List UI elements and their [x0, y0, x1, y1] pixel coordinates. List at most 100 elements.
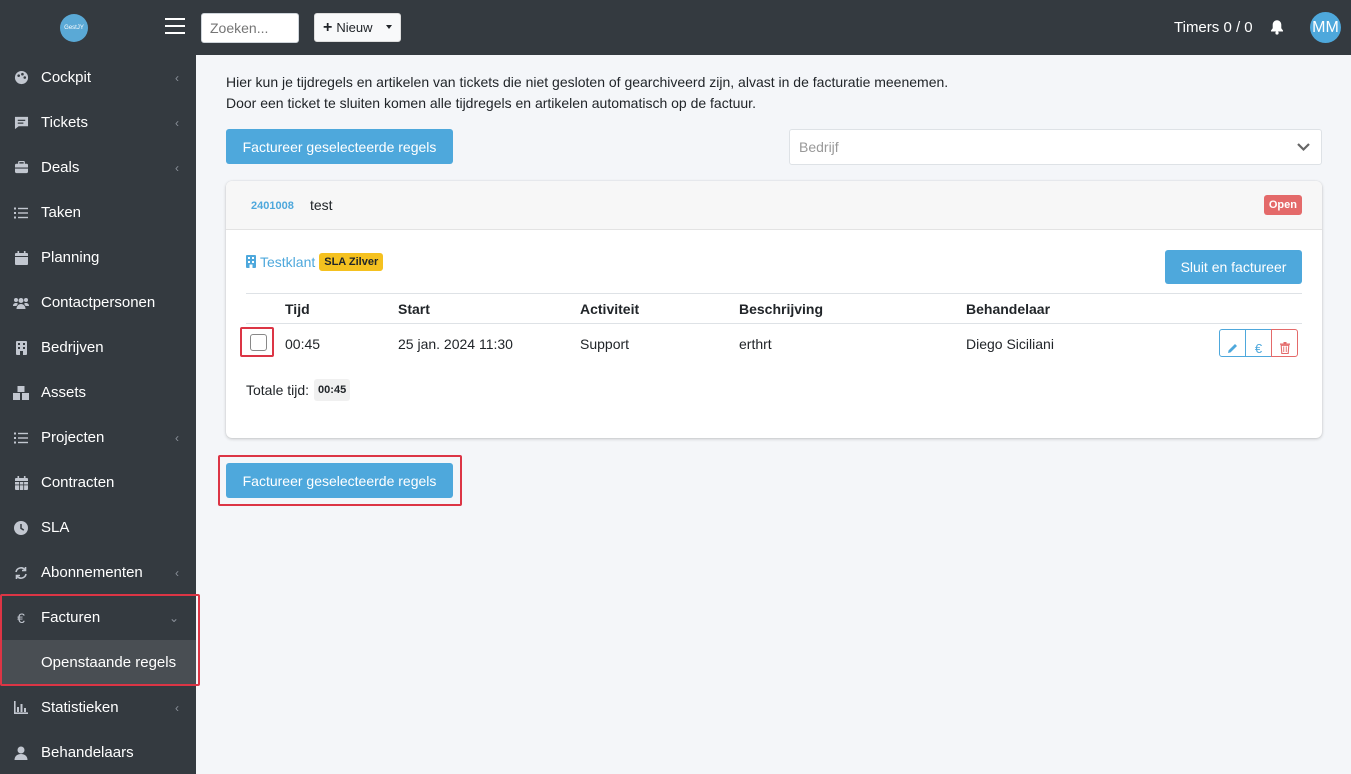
- caret-down-icon: [386, 25, 392, 29]
- building-icon: [246, 255, 256, 269]
- sidebar-item-cockpit[interactable]: Cockpit ‹: [0, 55, 196, 100]
- sla-badge: SLA Zilver: [319, 253, 384, 271]
- sidebar-item-label: Planning: [41, 249, 100, 266]
- message-icon: [13, 115, 29, 131]
- cell-tijd: 00:45: [285, 336, 321, 352]
- bell-icon[interactable]: [1270, 19, 1284, 35]
- total-time: Totale tijd: 00:45: [246, 379, 351, 401]
- cell-behandelaar: Diego Siciliani: [966, 336, 1054, 352]
- search-input[interactable]: [201, 13, 299, 43]
- ticket-card-header: 2401008 test Open: [226, 181, 1322, 230]
- building-icon: [13, 340, 29, 356]
- row-select-checkbox[interactable]: [250, 334, 267, 351]
- sidebar-item-contactpersonen[interactable]: Contactpersonen: [0, 280, 196, 325]
- sidebar-item-sla[interactable]: SLA: [0, 505, 196, 550]
- chevron-left-icon: ‹: [175, 565, 179, 580]
- users-icon: [13, 295, 29, 311]
- invoice-selected-button-top[interactable]: Factureer geselecteerde regels: [226, 129, 453, 164]
- sidebar-item-label: SLA: [41, 519, 70, 536]
- sidebar-item-facturen[interactable]: € Facturen ⌄: [0, 595, 196, 640]
- avatar[interactable]: MM: [1310, 12, 1341, 43]
- time-entries-table: Tijd Start Activiteit Beschrijving Behan…: [246, 293, 1302, 364]
- sidebar-item-label: Assets: [41, 384, 87, 401]
- sidebar-item-bedrijven[interactable]: Bedrijven: [0, 325, 196, 370]
- intro-line-1: Hier kun je tijdregels en artikelen van …: [226, 74, 949, 90]
- ticket-card: 2401008 test Open Testklant SLA Zilver S…: [226, 181, 1322, 438]
- chart-icon: [13, 700, 29, 716]
- client-info: Testklant SLA Zilver: [246, 253, 384, 271]
- sidebar-item-label: Bedrijven: [41, 339, 104, 356]
- table-header: Tijd Start Activiteit Beschrijving Behan…: [246, 293, 1302, 324]
- cell-beschrijving: erthrt: [739, 336, 772, 352]
- list-icon: [13, 430, 29, 446]
- cell-activiteit: Support: [580, 336, 630, 352]
- trash-icon: [1279, 341, 1290, 357]
- new-button-label: Nieuw: [336, 20, 373, 35]
- sidebar-item-taken[interactable]: Taken: [0, 190, 196, 235]
- column-header-beschrijving: Beschrijving: [739, 301, 824, 317]
- sidebar-item-contracten[interactable]: Contracten: [0, 460, 196, 505]
- pencil-icon: [1227, 341, 1238, 357]
- client-link[interactable]: Testklant: [260, 254, 315, 270]
- new-dropdown-button[interactable]: + Nieuw: [314, 13, 401, 42]
- delete-button[interactable]: [1271, 329, 1298, 357]
- topbar: + Nieuw Timers 0 / 0 MM: [165, 0, 1351, 55]
- sidebar-item-label: Deals: [41, 159, 80, 176]
- column-header-start: Start: [398, 301, 430, 317]
- edit-button[interactable]: [1219, 329, 1246, 357]
- sidebar-item-planning[interactable]: Planning: [0, 235, 196, 280]
- sidebar-item-label: Cockpit: [41, 69, 92, 86]
- cell-start: 25 jan. 2024 11:30: [398, 336, 513, 352]
- list-icon: [13, 205, 29, 221]
- sync-icon: [13, 565, 29, 581]
- intro-text: Hier kun je tijdregels en artikelen van …: [226, 72, 948, 114]
- chevron-left-icon: ‹: [175, 160, 179, 175]
- euro-icon: €: [1254, 341, 1263, 356]
- sidebar-item-label: Abonnementen: [41, 564, 143, 581]
- ticket-title: test: [310, 197, 333, 213]
- sidebar-item-label: Tickets: [41, 114, 88, 131]
- chevron-left-icon: ‹: [175, 70, 179, 85]
- company-select-placeholder: Bedrijf: [799, 139, 839, 155]
- intro-line-2: Door een ticket te sluiten komen alle ti…: [226, 95, 756, 111]
- chevron-left-icon: ‹: [175, 115, 179, 130]
- sidebar-item-behandelaars[interactable]: Behandelaars: [0, 730, 196, 774]
- clock-icon: [13, 520, 29, 536]
- calendar-grid-icon: [13, 475, 29, 491]
- total-time-value: 00:45: [314, 379, 351, 401]
- invoice-selected-button-bottom[interactable]: Factureer geselecteerde regels: [226, 463, 453, 498]
- sidebar-item-label: Facturen: [41, 609, 101, 626]
- sidebar-item-tickets[interactable]: Tickets ‹: [0, 100, 196, 145]
- briefcase-icon: [13, 160, 29, 176]
- brand-logo: GestJY: [60, 13, 88, 42]
- sidebar-item-abonnementen[interactable]: Abonnementen ‹: [0, 550, 196, 595]
- chevron-left-icon: ‹: [175, 700, 179, 715]
- status-badge: Open: [1263, 195, 1302, 215]
- sidebar-subitem-openstaande-regels[interactable]: Openstaande regels: [2, 640, 196, 685]
- total-time-label: Totale tijd:: [246, 382, 310, 398]
- sidebar-item-assets[interactable]: Assets: [0, 370, 196, 415]
- brand[interactable]: GestJY: [0, 0, 148, 55]
- table-row: 00:45 25 jan. 2024 11:30 Support erthrt …: [246, 324, 1302, 364]
- sidebar-item-label: Statistieken: [41, 699, 119, 716]
- plus-icon: +: [323, 18, 333, 36]
- timers-indicator[interactable]: Timers 0 / 0: [1174, 19, 1253, 36]
- sidebar-item-projecten[interactable]: Projecten ‹: [0, 415, 196, 460]
- close-and-invoice-button[interactable]: Sluit en factureer: [1165, 250, 1302, 284]
- menu-icon[interactable]: [165, 18, 185, 34]
- ticket-number-link[interactable]: 2401008: [251, 200, 294, 212]
- euro-icon: €: [17, 609, 25, 626]
- sidebar-item-deals[interactable]: Deals ‹: [0, 145, 196, 190]
- chevron-left-icon: ‹: [175, 430, 179, 445]
- user-icon: [13, 745, 29, 761]
- sidebar-item-label: Contactpersonen: [41, 294, 156, 311]
- company-select[interactable]: Bedrijf: [789, 129, 1322, 165]
- cubes-icon: [13, 385, 29, 401]
- row-actions: €: [1219, 329, 1298, 357]
- invoice-row-button[interactable]: €: [1245, 329, 1272, 357]
- sidebar-item-statistieken[interactable]: Statistieken ‹: [0, 685, 196, 730]
- calendar-icon: [13, 250, 29, 266]
- column-header-tijd: Tijd: [285, 301, 310, 317]
- sidebar-item-label: Projecten: [41, 429, 105, 446]
- chevron-down-icon: ⌄: [168, 610, 179, 625]
